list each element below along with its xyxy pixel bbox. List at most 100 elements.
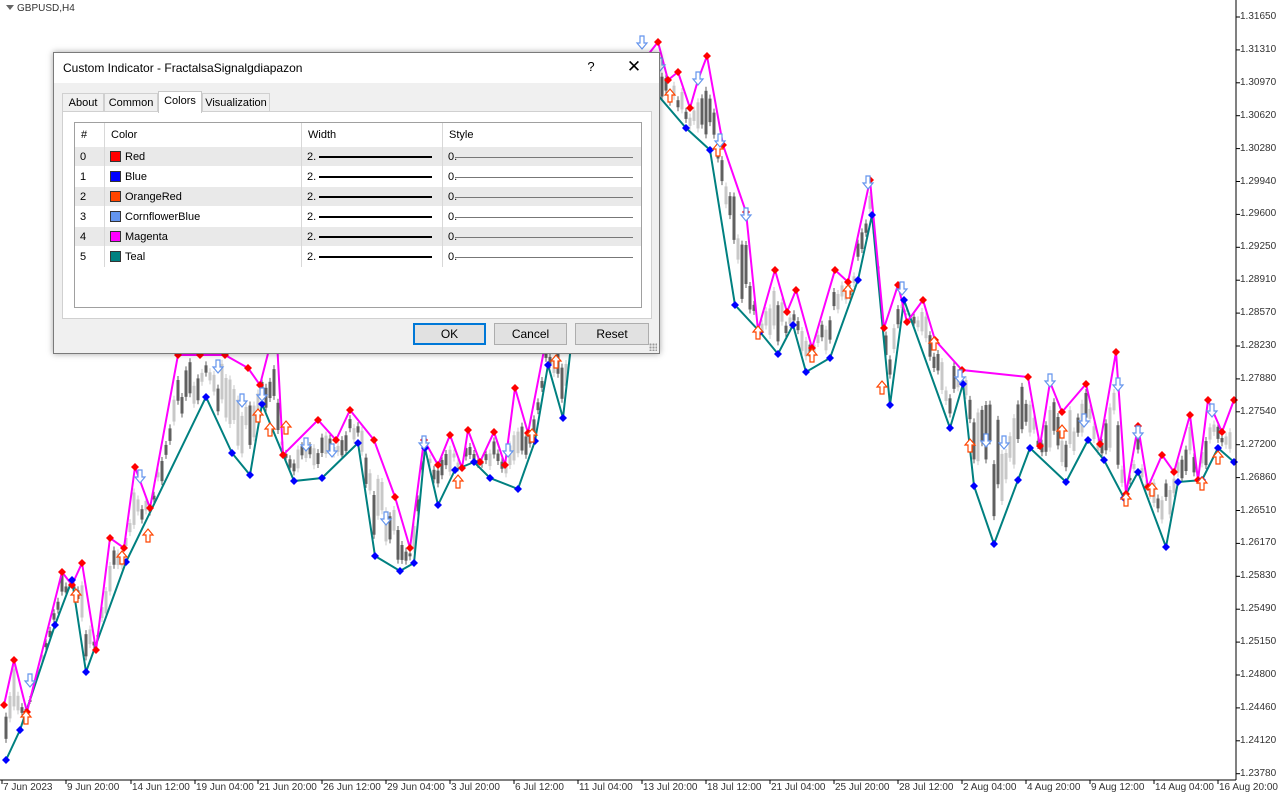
color-cell[interactable]: Teal <box>105 247 302 267</box>
width-value: 2. <box>307 171 317 183</box>
lower-fractal-marker <box>826 354 834 362</box>
style-cell[interactable]: 0. <box>443 187 641 207</box>
row-index: 2 <box>75 187 105 207</box>
time-tick-label: 14 Aug 04:00 <box>1155 782 1214 793</box>
width-cell[interactable]: 2. <box>302 147 443 167</box>
width-value: 2. <box>307 211 317 223</box>
candle-body <box>1060 440 1064 463</box>
time-tick-label: 2 Aug 04:00 <box>963 782 1017 793</box>
width-cell[interactable]: 2. <box>302 167 443 187</box>
candle-body <box>444 454 448 466</box>
candle-body <box>52 613 56 620</box>
candle-body <box>312 448 316 466</box>
buy-arrow-icon <box>875 380 889 395</box>
candle-body <box>1164 483 1168 497</box>
candle-body <box>496 453 500 462</box>
candle-body <box>244 406 248 426</box>
color-cell[interactable]: CornflowerBlue <box>105 207 302 227</box>
candle-body <box>536 402 540 411</box>
ok-button[interactable]: OK <box>413 323 486 345</box>
color-cell[interactable]: OrangeRed <box>105 187 302 207</box>
candle-body <box>1048 410 1052 448</box>
candle-body <box>4 716 8 739</box>
color-swatch[interactable] <box>110 151 121 162</box>
color-cell[interactable]: Magenta <box>105 227 302 247</box>
style-cell[interactable]: 0. <box>443 147 641 167</box>
color-cell[interactable]: Red <box>105 147 302 167</box>
width-cell[interactable]: 2. <box>302 247 443 267</box>
candle-body <box>252 405 256 438</box>
candle-body <box>396 530 400 560</box>
candle-body <box>104 591 108 614</box>
candle-body <box>936 354 940 371</box>
style-cell[interactable]: 0. <box>443 227 641 247</box>
style-cell[interactable]: 0. <box>443 167 641 187</box>
candle-body <box>984 405 988 460</box>
candle-body <box>208 372 212 381</box>
candle-body <box>524 436 528 455</box>
candle-body <box>316 453 320 465</box>
row-index: 4 <box>75 227 105 247</box>
price-tick-label: 1.27880 <box>1240 372 1277 384</box>
color-cell[interactable]: Blue <box>105 167 302 187</box>
cancel-button[interactable]: Cancel <box>494 323 567 345</box>
upper-fractal-marker <box>10 656 18 664</box>
price-tick-label: 1.25490 <box>1240 603 1277 615</box>
lower-fractal-marker <box>1014 476 1022 484</box>
style-line-preview <box>455 257 633 258</box>
candle-body <box>748 285 752 310</box>
color-row[interactable]: 5 Teal 2. 0. <box>75 247 641 267</box>
close-icon[interactable]: ✕ <box>625 57 643 77</box>
candle-body <box>228 379 232 424</box>
candle-body <box>728 196 732 216</box>
candle-body <box>108 566 112 592</box>
width-cell[interactable]: 2. <box>302 207 443 227</box>
color-swatch[interactable] <box>110 191 121 202</box>
tab-common[interactable]: Common <box>104 93 158 112</box>
color-row[interactable]: 1 Blue 2. 0. <box>75 167 641 187</box>
style-cell[interactable]: 0. <box>443 247 641 267</box>
style-line-preview <box>455 217 633 218</box>
candle-body <box>996 419 1000 485</box>
width-value: 2. <box>307 151 317 163</box>
colors-grid: # Color Width Style 0 Red 2. 0. 1 Blue 2. 0. 2 Or… <box>74 122 642 308</box>
width-cell[interactable]: 2. <box>302 227 443 247</box>
help-button[interactable]: ? <box>584 59 598 74</box>
candle-body <box>212 374 216 392</box>
color-swatch[interactable] <box>110 211 121 222</box>
row-index: 0 <box>75 147 105 167</box>
candle-body <box>1104 423 1108 451</box>
lower-fractal-marker <box>410 559 418 567</box>
color-row[interactable]: 2 OrangeRed 2. 0. <box>75 187 641 207</box>
reset-button[interactable]: Reset <box>575 323 649 345</box>
color-row[interactable]: 0 Red 2. 0. <box>75 147 641 167</box>
collapse-triangle-icon[interactable] <box>6 5 14 10</box>
color-swatch[interactable] <box>110 231 121 242</box>
candle-body <box>248 405 252 445</box>
tab-colors[interactable]: Colors <box>158 91 202 113</box>
candle-body <box>732 196 736 240</box>
color-row[interactable]: 4 Magenta 2. 0. <box>75 227 641 247</box>
candle-body <box>856 243 860 257</box>
candle-body <box>920 312 924 332</box>
dialog-titlebar[interactable]: Custom Indicator - FractalsaSignalgdiapa… <box>54 53 659 83</box>
candle-body <box>972 422 976 460</box>
upper-fractal-marker <box>1204 396 1212 404</box>
candle-body <box>184 370 188 397</box>
time-tick-label: 7 Jun 2023 <box>3 782 53 793</box>
resize-grip-icon[interactable] <box>649 343 657 351</box>
style-cell[interactable]: 0. <box>443 207 641 227</box>
tab-visualization[interactable]: Visualization <box>202 93 270 112</box>
color-name: Blue <box>125 171 148 183</box>
tab-about[interactable]: About <box>62 93 104 112</box>
candle-body <box>924 316 928 339</box>
width-cell[interactable]: 2. <box>302 187 443 207</box>
color-swatch[interactable] <box>110 251 121 262</box>
lower-fractal-marker <box>990 540 998 548</box>
candle-body <box>680 92 684 110</box>
color-swatch[interactable] <box>110 171 121 182</box>
candle-body <box>1212 424 1216 432</box>
color-row[interactable]: 3 CornflowerBlue 2. 0. <box>75 207 641 227</box>
width-line-preview <box>319 176 432 178</box>
lower-fractal-marker <box>559 414 567 422</box>
